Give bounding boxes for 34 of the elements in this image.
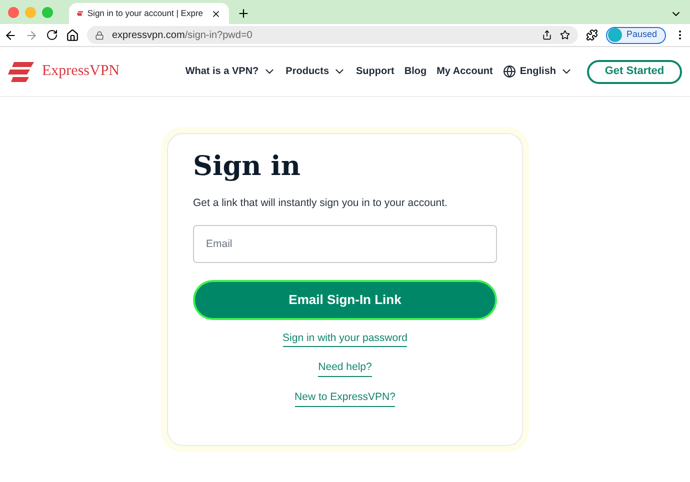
language-selector[interactable]: English <box>502 64 573 79</box>
url-text: expressvpn.com/sign-in?pwd=0 <box>112 28 254 42</box>
new-tab-icon[interactable] <box>237 7 250 20</box>
text-link[interactable]: Sign in with your password <box>282 330 408 348</box>
bookmark-icon[interactable] <box>560 30 570 40</box>
nav-link[interactable]: Blog <box>404 64 427 79</box>
tab-title: Sign in to your account | Expre <box>87 7 203 20</box>
email-field[interactable]: Email <box>193 224 497 262</box>
forward-icon[interactable] <box>25 28 38 42</box>
text-link[interactable]: Need help? <box>318 360 372 377</box>
lock-icon <box>95 30 104 40</box>
brand-name: ExpressVPN <box>42 62 120 82</box>
sign-in-subtitle: Get a link that will instantly sign you in to your account. <box>193 196 448 211</box>
avatar-icon <box>608 28 622 42</box>
share-icon[interactable] <box>542 30 552 40</box>
nav-dropdown[interactable]: What is a VPN? <box>185 64 276 79</box>
logo-icon <box>77 10 84 17</box>
close-icon[interactable] <box>211 8 221 18</box>
globe-icon <box>502 65 516 78</box>
email-sign-in-link-button[interactable]: Email Sign-In Link <box>193 280 497 320</box>
extensions-icon[interactable] <box>586 29 598 41</box>
nav-link[interactable]: Support <box>356 64 394 79</box>
text-link[interactable]: New to ExpressVPN? <box>294 390 396 407</box>
home-icon[interactable] <box>66 28 79 42</box>
back-icon[interactable] <box>4 28 17 42</box>
get-started-button[interactable]: Get Started <box>587 60 682 84</box>
browser-tab[interactable]: Sign in to your account | Expre <box>69 3 229 24</box>
address-bar[interactable]: expressvpn.com/sign-in?pwd=0 <box>87 26 578 44</box>
nav-link[interactable]: My Account <box>436 64 493 79</box>
logo-icon <box>8 62 34 82</box>
nav-dropdown[interactable]: Products <box>286 64 346 79</box>
profile-button[interactable]: Paused <box>606 26 666 44</box>
sign-in-title: Sign in <box>193 150 302 184</box>
reload-icon[interactable] <box>46 29 58 41</box>
